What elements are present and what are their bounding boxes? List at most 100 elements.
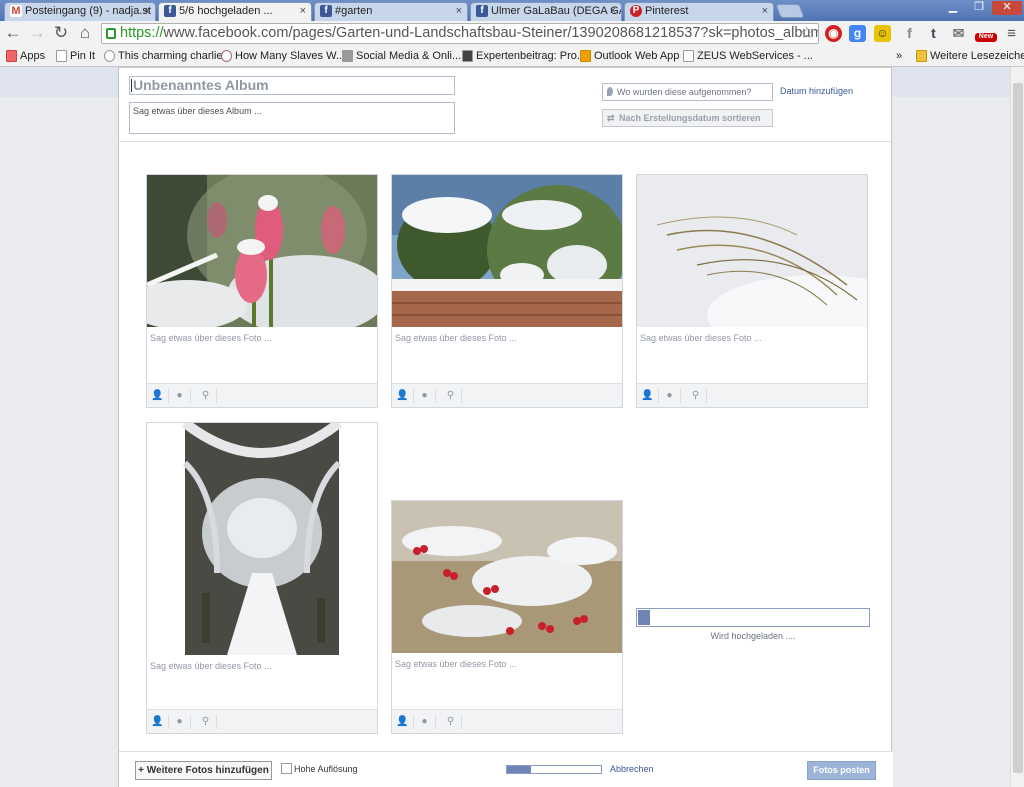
- photo-card: Sag etwas über dieses Foto ... 👤 ● ⚲: [146, 422, 378, 734]
- tag-person-icon[interactable]: 👤: [147, 389, 169, 403]
- photo-caption-input[interactable]: Sag etwas über dieses Foto ...: [150, 333, 272, 343]
- photo-caption-input[interactable]: Sag etwas über dieses Foto ...: [395, 659, 517, 669]
- restore-icon[interactable]: ❐: [966, 1, 992, 15]
- tag-person-icon[interactable]: 👤: [392, 715, 414, 729]
- scrollbar[interactable]: [1010, 67, 1024, 787]
- tab-facebook-upload[interactable]: f 5/6 hochgeladen ... ×: [158, 2, 312, 22]
- tag-person-icon[interactable]: 👤: [637, 389, 659, 403]
- photo-tulips-image: [147, 175, 377, 327]
- bookmark-apps[interactable]: Apps: [6, 49, 45, 63]
- location-pin-icon: [607, 87, 613, 96]
- photo-tree-tunnel-image: [181, 423, 343, 655]
- back-icon[interactable]: ←: [4, 24, 22, 42]
- tab-posteingang[interactable]: M Posteingang (9) - nadja.st ×: [4, 2, 156, 21]
- photo-card: Sag etwas über dieses Foto ... 👤 ● ⚲: [391, 174, 623, 408]
- window-close-icon[interactable]: ✕: [992, 1, 1022, 15]
- location-pin-icon[interactable]: ⚲: [195, 715, 217, 729]
- album-description-input[interactable]: Sag etwas über dieses Album ...: [129, 102, 455, 134]
- forward-icon[interactable]: →: [28, 24, 46, 42]
- other-bookmarks[interactable]: Weitere Lesezeichen: [916, 49, 1024, 63]
- photo-tree-tunnel[interactable]: [147, 423, 377, 655]
- checkbox-icon[interactable]: [281, 763, 292, 774]
- page-icon: [683, 50, 694, 62]
- menu-icon[interactable]: ≡: [1003, 25, 1020, 42]
- bookmark-star-icon[interactable]: ☆: [800, 24, 814, 43]
- tab-label: Pinterest: [645, 5, 689, 17]
- tab-garten[interactable]: f #garten ×: [314, 2, 468, 21]
- cancel-link[interactable]: Abbrechen: [610, 764, 654, 774]
- photo-card: Sag etwas über dieses Foto ... 👤 ● ⚲: [391, 500, 623, 734]
- clock-icon[interactable]: ●: [169, 389, 191, 403]
- bookmarks-bar: Apps Pin It This charming charlie How Ma…: [0, 46, 1024, 67]
- tab-pinterest[interactable]: P Pinterest ×: [624, 2, 774, 21]
- minimize-icon[interactable]: ▁: [940, 1, 966, 15]
- bookmarks-overflow[interactable]: »: [896, 49, 902, 63]
- outlook-icon: [580, 50, 591, 62]
- google-extension-icon[interactable]: g: [849, 25, 866, 42]
- sort-by-date-button[interactable]: ⇄ Nach Erstellungsdatum sortieren: [602, 109, 773, 127]
- tab-label: Posteingang (9) - nadja.st: [25, 5, 151, 17]
- overall-progress-fill: [507, 766, 531, 773]
- address-bar[interactable]: https://www.facebook.com/pages/Garten-un…: [101, 23, 819, 44]
- upload-progress-fill: [638, 610, 650, 625]
- extension-icon[interactable]: ☺: [874, 25, 891, 42]
- bookmark-outlook[interactable]: Outlook Web App: [580, 49, 679, 63]
- bookmark-expertenbeitrag[interactable]: Expertenbeitrag: Pro...: [462, 49, 586, 63]
- photo-grass[interactable]: [637, 175, 867, 327]
- clock-icon[interactable]: ●: [169, 715, 191, 729]
- high-resolution-checkbox[interactable]: Hohe Auflösung: [281, 763, 358, 775]
- folder-icon: [916, 50, 927, 62]
- photo-caption-input[interactable]: Sag etwas über dieses Foto ...: [640, 333, 762, 343]
- photo-toolbar: 👤 ● ⚲: [147, 383, 377, 407]
- clock-icon[interactable]: ●: [659, 389, 681, 403]
- photo-caption-input[interactable]: Sag etwas über dieses Foto ...: [150, 661, 272, 671]
- tag-person-icon[interactable]: 👤: [392, 389, 414, 403]
- photo-shrubs-image: [392, 175, 622, 327]
- home-icon[interactable]: ⌂: [76, 24, 94, 42]
- close-icon[interactable]: ×: [144, 3, 150, 20]
- photo-toolbar: 👤 ● ⚲: [637, 383, 867, 407]
- close-icon[interactable]: ×: [456, 3, 462, 20]
- page-icon: [221, 50, 232, 62]
- add-date-link[interactable]: Datum hinzufügen: [780, 86, 853, 96]
- close-icon[interactable]: ×: [610, 3, 616, 20]
- photo-berries-image: [392, 501, 622, 653]
- photo-toolbar: 👤 ● ⚲: [392, 709, 622, 733]
- clock-icon[interactable]: ●: [414, 715, 436, 729]
- tab-label: #garten: [335, 5, 373, 17]
- close-icon[interactable]: ×: [300, 3, 306, 20]
- add-more-photos-button[interactable]: + Weitere Fotos hinzufügen: [135, 761, 272, 780]
- mail-icon[interactable]: ✉: [950, 25, 967, 42]
- photo-shrubs[interactable]: [392, 175, 622, 327]
- facebook-extension-icon[interactable]: f: [901, 25, 918, 42]
- bookmark-social-media[interactable]: Social Media & Onli...: [342, 49, 461, 63]
- bookmark-zeus[interactable]: ZEUS WebServices - ...: [683, 49, 813, 63]
- location-pin-icon[interactable]: ⚲: [685, 389, 707, 403]
- tumblr-icon[interactable]: t: [925, 25, 942, 42]
- tab-ulmer-galabau[interactable]: f Ulmer GaLaBau (DEGA GA ×: [470, 2, 622, 21]
- facebook-icon: f: [476, 5, 488, 17]
- bookmark-charming-charlie[interactable]: This charming charlie: [104, 49, 223, 63]
- photo-grass-image: [637, 175, 867, 327]
- location-pin-icon[interactable]: ⚲: [440, 389, 462, 403]
- close-icon[interactable]: ×: [762, 3, 768, 20]
- location-pin-icon[interactable]: ⚲: [195, 389, 217, 403]
- divider: [119, 141, 893, 142]
- tag-person-icon[interactable]: 👤: [147, 715, 169, 729]
- photo-berries[interactable]: [392, 501, 622, 653]
- bookmark-slaves[interactable]: How Many Slaves W...: [221, 49, 345, 63]
- post-photos-button[interactable]: Fotos posten: [807, 761, 876, 780]
- adblock-icon[interactable]: ◉: [825, 25, 842, 42]
- reload-icon[interactable]: ↻: [52, 24, 70, 42]
- new-tab-button[interactable]: [775, 4, 805, 18]
- album-title-input[interactable]: Unbenanntes Album: [129, 76, 455, 95]
- photo-tulips[interactable]: [147, 175, 377, 327]
- photo-caption-input[interactable]: Sag etwas über dieses Foto ...: [395, 333, 517, 343]
- location-pin-icon[interactable]: ⚲: [440, 715, 462, 729]
- page-icon: [462, 50, 473, 62]
- location-input[interactable]: Wo wurden diese aufgenommen?: [602, 83, 773, 101]
- bookmark-pinit[interactable]: Pin It: [56, 49, 95, 63]
- clock-icon[interactable]: ●: [414, 389, 436, 403]
- photo-card: Sag etwas über dieses Foto ... 👤 ● ⚲: [636, 174, 868, 408]
- scrollbar-thumb[interactable]: [1013, 83, 1023, 773]
